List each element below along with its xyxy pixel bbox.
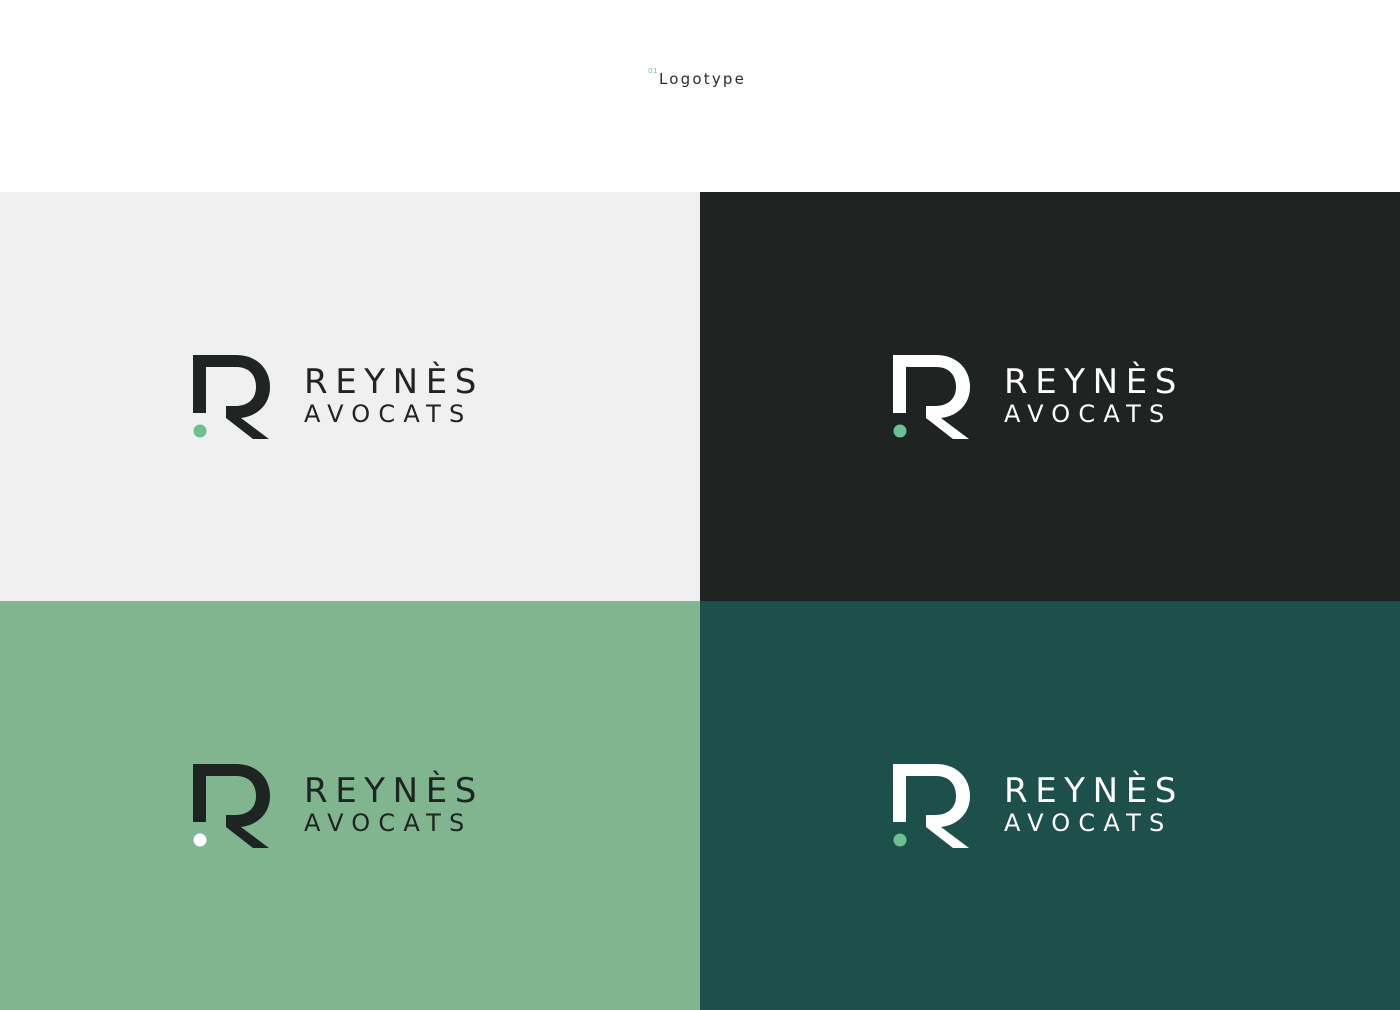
r-monogram-icon [193,355,270,439]
r-monogram-icon [893,355,970,439]
section-header: 01 Logotype [0,0,1400,191]
section-label: Logotype [659,70,747,88]
logo: REYNÈS AVOCATS [892,764,1222,849]
logo: REYNÈS AVOCATS [192,355,522,440]
brand-name: REYNÈS [1004,771,1184,811]
brand-subtitle: AVOCATS [304,809,473,837]
logo: REYNÈS AVOCATS [892,355,1222,440]
brand-subtitle: AVOCATS [1004,400,1173,428]
logo-panel-dark: REYNÈS AVOCATS [700,192,1400,601]
logo: REYNÈS AVOCATS [192,764,522,849]
brand-name: REYNÈS [304,771,484,811]
brand-name: REYNÈS [1004,362,1184,402]
brand-subtitle: AVOCATS [1004,809,1173,837]
r-monogram-icon [193,764,270,848]
logo-panel-teal: REYNÈS AVOCATS [700,601,1400,1010]
logo-panel-green: REYNÈS AVOCATS [0,601,700,1010]
page: { "header": { "section_number": "01", "s… [0,0,1400,1010]
r-monogram-icon [893,764,970,848]
logo-panel-light: REYNÈS AVOCATS [0,192,700,601]
section-number: 01 [648,67,658,75]
brand-name: REYNÈS [304,362,484,402]
brand-subtitle: AVOCATS [304,400,473,428]
